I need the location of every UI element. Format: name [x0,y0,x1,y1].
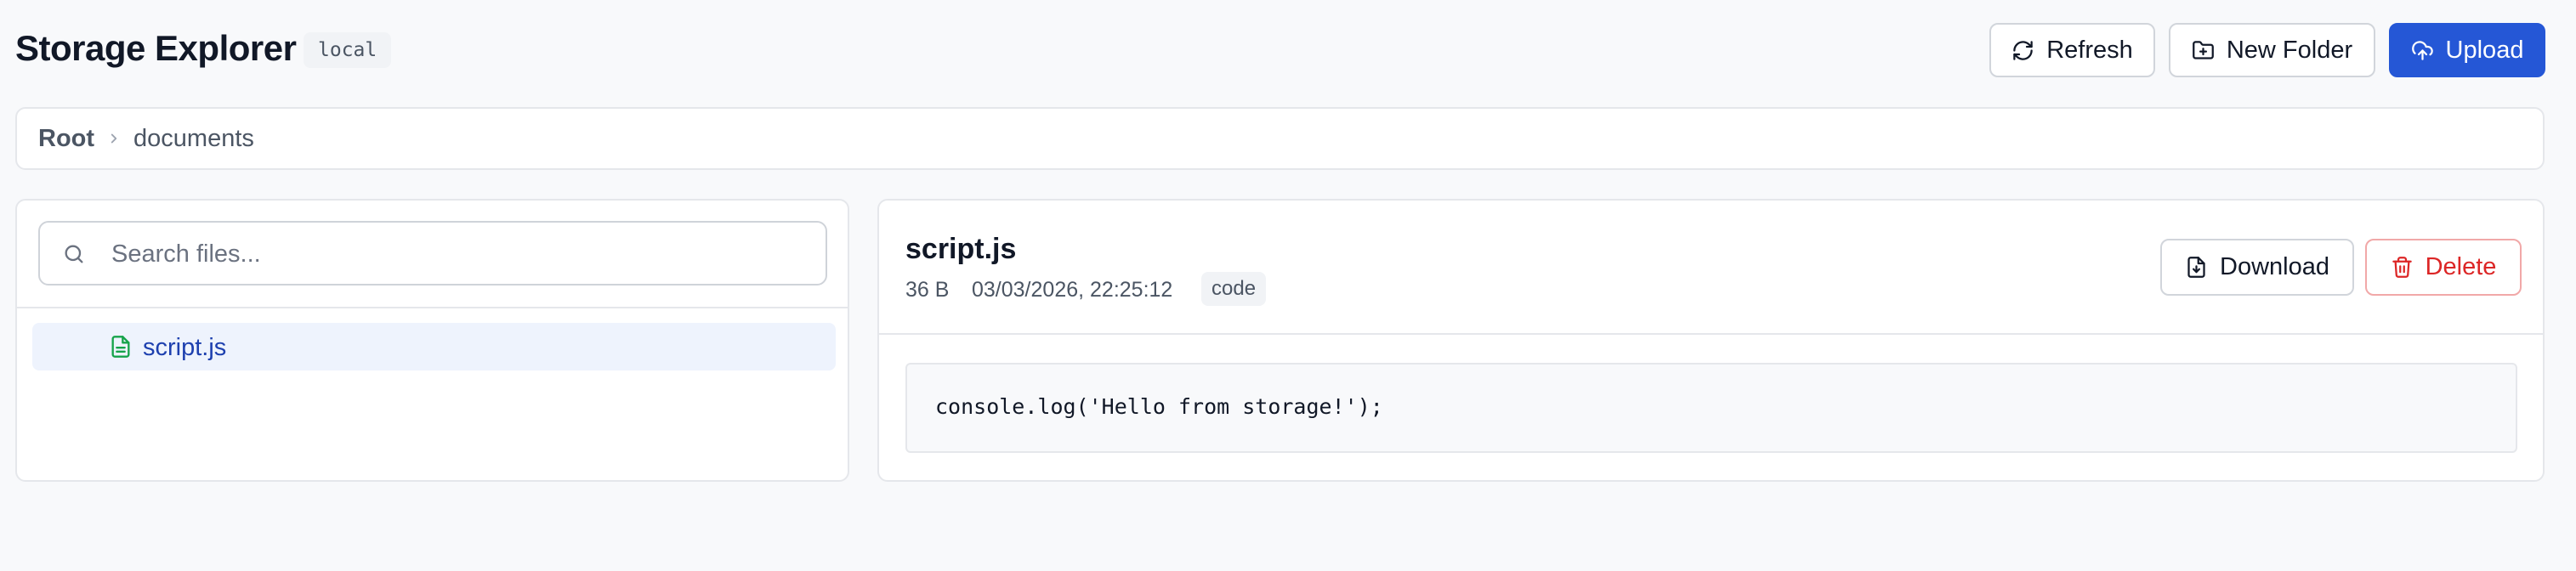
preview-file-name: script.js [905,233,1017,265]
file-type-badge: code [1201,272,1267,306]
file-list-panel: script.js [15,199,849,482]
chevron-right-icon [106,131,122,146]
delete-label: Delete [2425,253,2497,280]
code-preview: console.log('Hello from storage!'); [905,363,2517,453]
new-folder-label: New Folder [2226,36,2353,64]
breadcrumb-current[interactable]: documents [133,125,254,153]
env-badge: local [304,32,392,68]
search-box[interactable] [38,221,827,286]
file-list-item-name: script.js [143,334,227,361]
download-label: Download [2220,253,2329,280]
cloud-upload-icon [2411,40,2433,60]
search-input[interactable] [110,223,810,286]
page-title: Storage Explorer [15,28,297,68]
breadcrumb: Root documents [15,107,2545,170]
divider [879,333,2543,335]
file-modified-date: 03/03/2026, 22:25:12 [972,278,1173,302]
upload-button[interactable]: Upload [2389,23,2545,77]
breadcrumb-root[interactable]: Root [38,125,94,153]
delete-button[interactable]: Delete [2365,239,2522,296]
folder-plus-icon [2192,40,2214,59]
file-size: 36 B [905,278,950,302]
file-text-icon [111,336,130,358]
download-button[interactable]: Download [2160,239,2354,296]
file-preview-panel: script.js 36 B 03/03/2026, 22:25:12 code… [877,199,2545,482]
refresh-button[interactable]: Refresh [1989,23,2155,77]
new-folder-button[interactable]: New Folder [2169,23,2375,77]
file-list-item[interactable]: script.js [32,323,836,370]
refresh-label: Refresh [2046,36,2133,64]
storage-explorer-app: Storage Explorer local Refresh New Folde… [0,0,2576,571]
divider [17,307,848,308]
header: Storage Explorer local Refresh New Folde… [0,0,2576,102]
upload-label: Upload [2445,36,2524,64]
search-icon [65,245,83,263]
file-download-icon [2187,257,2205,278]
trash-icon [2392,257,2412,278]
refresh-icon [2013,40,2033,60]
